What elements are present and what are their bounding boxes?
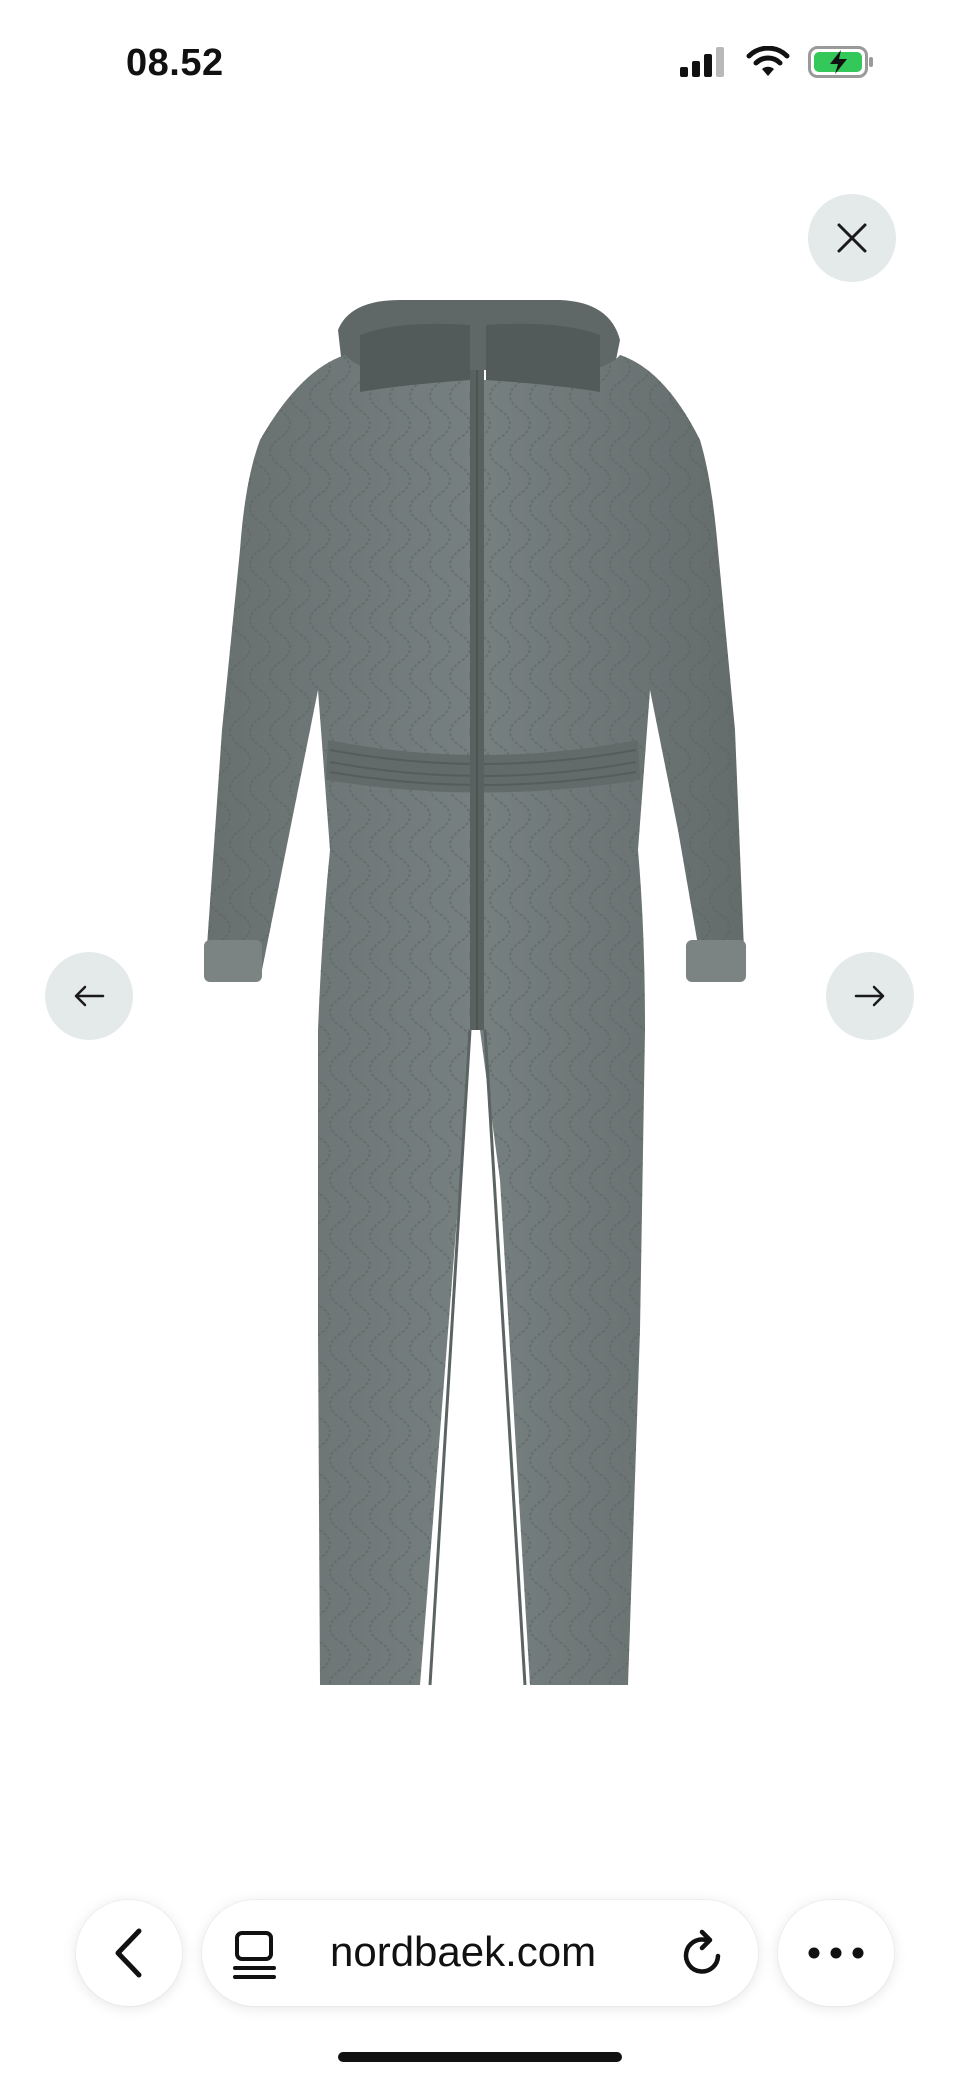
- battery-charging-icon: [808, 46, 873, 78]
- more-button[interactable]: [778, 1900, 894, 2006]
- previous-image-button[interactable]: [45, 952, 133, 1040]
- product-image: [204, 300, 746, 1686]
- arrow-right-icon: [854, 985, 885, 1007]
- browser-toolbar: nordbaek.com: [0, 1880, 960, 2030]
- status-time: 08.52: [126, 42, 224, 84]
- chevron-left-icon: [115, 1928, 142, 1978]
- wifi-icon: [746, 46, 790, 76]
- signal-icon: [680, 47, 724, 77]
- close-button[interactable]: [808, 194, 896, 282]
- status-bar: 08.52: [0, 0, 960, 130]
- next-image-button[interactable]: [826, 952, 914, 1040]
- more-icon: [808, 1947, 864, 1959]
- home-indicator: [338, 2052, 622, 2062]
- close-icon: [837, 223, 867, 253]
- address-bar[interactable]: nordbaek.com: [202, 1900, 758, 2006]
- image-viewer: [0, 130, 960, 1870]
- status-icons: [680, 46, 874, 78]
- reader-icon[interactable]: [232, 1930, 278, 1980]
- reload-icon[interactable]: [680, 1928, 728, 1978]
- url-text: nordbaek.com: [330, 1928, 597, 1975]
- back-button[interactable]: [76, 1900, 182, 2006]
- arrow-left-icon: [74, 985, 105, 1007]
